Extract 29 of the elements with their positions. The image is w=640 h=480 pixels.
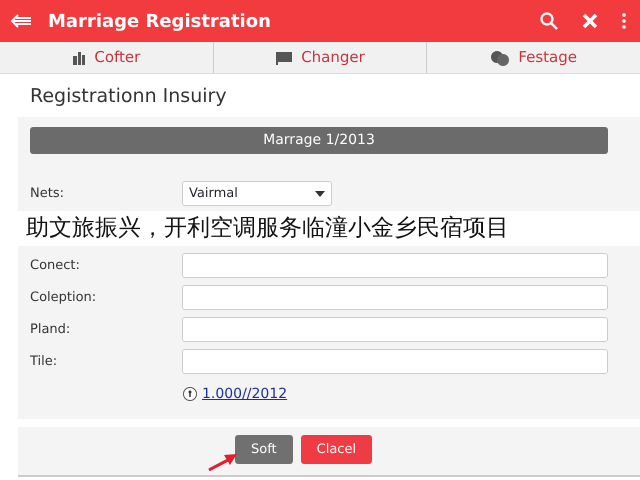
cancel-button[interactable]: Clacel bbox=[300, 434, 372, 464]
page-heading: Registrationn Insuiry bbox=[30, 84, 228, 109]
search-icon[interactable] bbox=[540, 12, 558, 30]
chat-bubbles-icon bbox=[490, 50, 510, 66]
building-icon bbox=[72, 50, 86, 64]
input-field[interactable] bbox=[182, 253, 608, 278]
back-arrow-icon[interactable] bbox=[10, 14, 32, 28]
caret-icon bbox=[315, 190, 325, 196]
field-label: Coleption: bbox=[30, 288, 98, 307]
input-field[interactable] bbox=[182, 317, 608, 342]
dropdown-field[interactable]: Vairmal bbox=[182, 181, 332, 206]
close-icon[interactable] bbox=[582, 13, 598, 29]
field-label: Conect: bbox=[30, 256, 81, 275]
input-field[interactable] bbox=[182, 285, 608, 310]
more-icon[interactable] bbox=[622, 13, 626, 29]
input-field[interactable] bbox=[182, 349, 608, 374]
info-icon bbox=[182, 386, 198, 402]
submit-button[interactable]: Soft bbox=[235, 434, 293, 464]
section-bar: Marrage 1/2013 bbox=[30, 126, 608, 154]
field-label: Tile: bbox=[30, 352, 58, 371]
tab[interactable]: Festage bbox=[427, 42, 640, 73]
tab[interactable]: Changer bbox=[214, 42, 428, 73]
arrow-icon bbox=[208, 452, 238, 470]
field-label: Nets: bbox=[30, 184, 65, 203]
field-label: Pland: bbox=[30, 320, 72, 339]
tab[interactable]: Cofter bbox=[0, 42, 214, 73]
app-title: Marriage Registration bbox=[48, 10, 271, 34]
info-link[interactable]: 1.000//2012 bbox=[202, 384, 288, 404]
flag-icon bbox=[275, 50, 294, 64]
